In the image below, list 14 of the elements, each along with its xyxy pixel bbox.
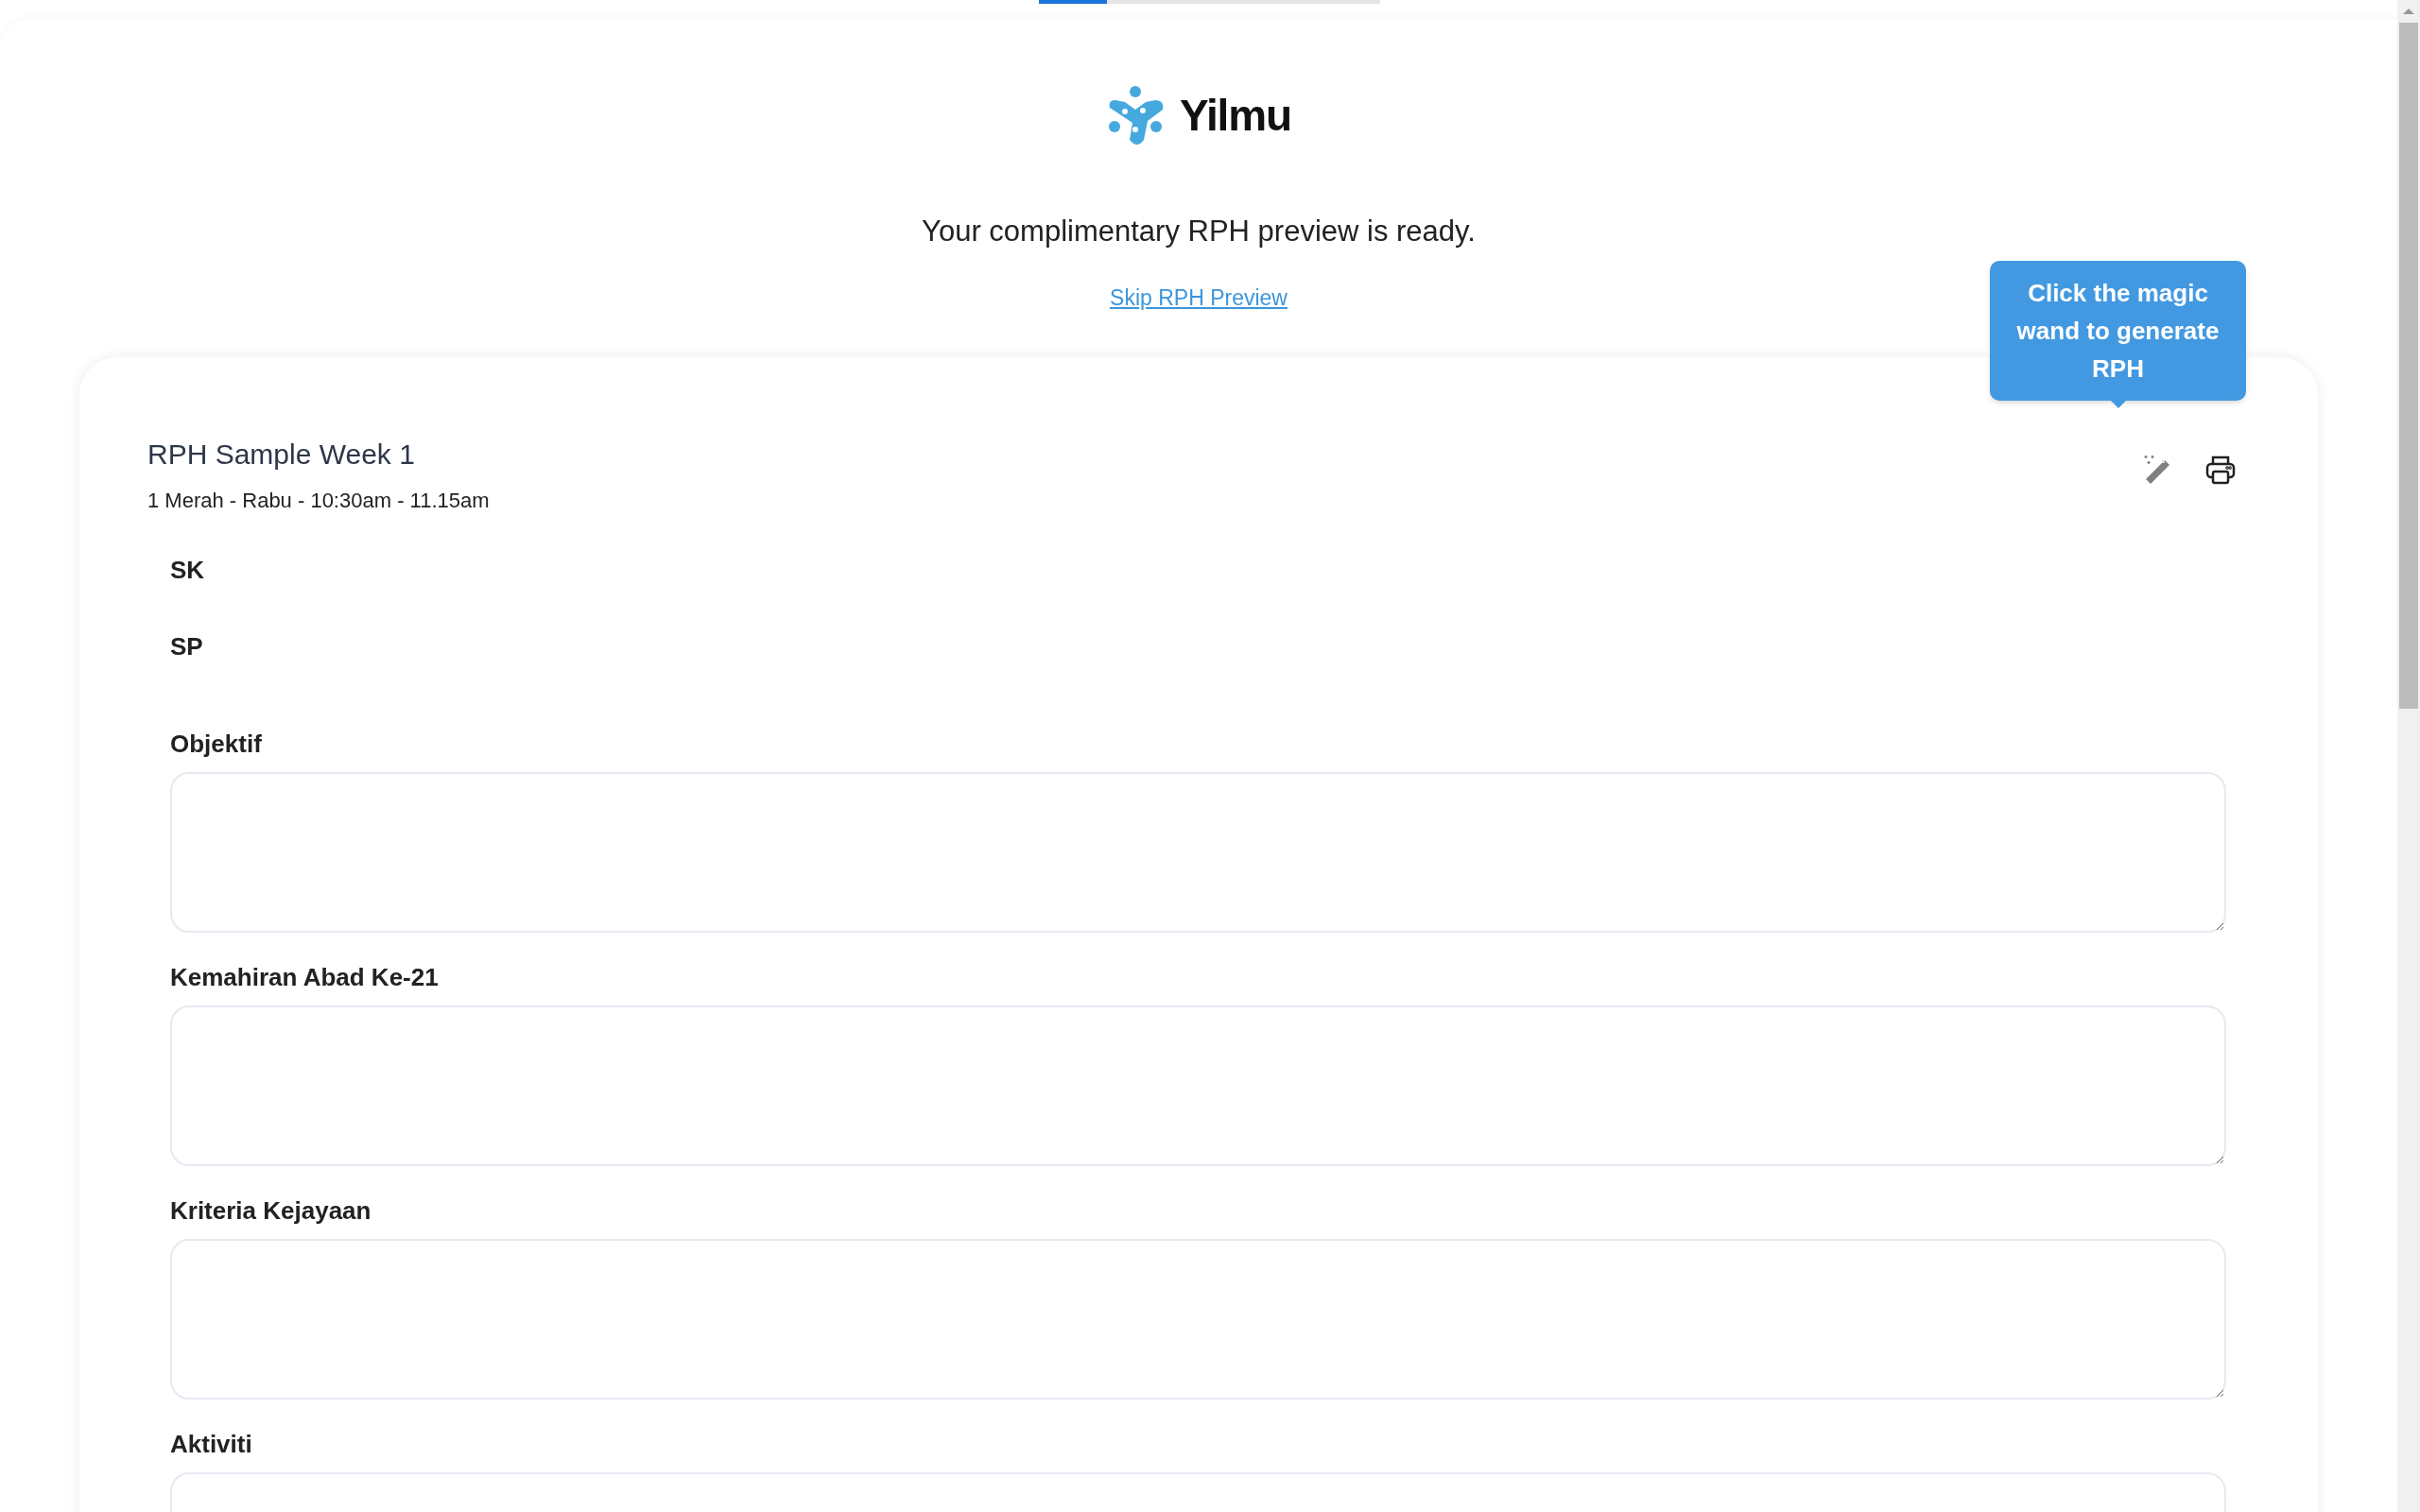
scrollbar[interactable] [2397,0,2420,1512]
field-label: Kemahiran Abad Ke-21 [170,962,440,993]
tooltip-pointer [2109,400,2127,408]
logo-text: Yilmu [1180,90,1291,142]
skip-link[interactable]: Skip RPH Preview [1110,281,1288,314]
section-heading: SP [170,631,204,662]
field-label: Aktiviti [170,1429,253,1460]
section-heading: SK [170,555,206,586]
field-label: Kriteria Kejayaan [170,1195,372,1227]
print-icon [2204,454,2237,486]
card-subtitle: 1 Merah - Rabu - 10:30am - 11.15am [147,488,490,514]
ready-message: Your complimentary RPH preview is ready. [922,214,1476,249]
card-title: RPH Sample Week 1 [147,438,416,472]
field-label: Objektif [170,729,263,760]
